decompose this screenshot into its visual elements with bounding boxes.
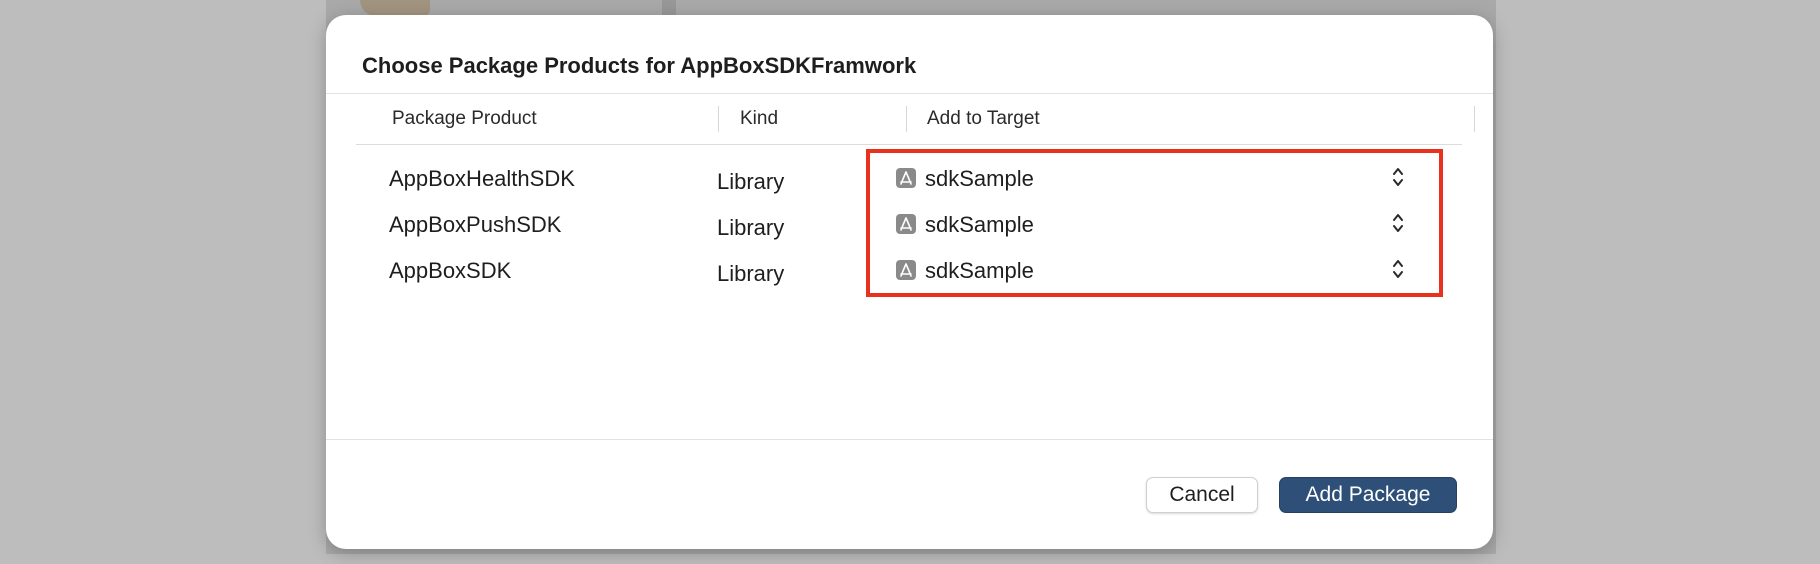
add-to-target-select[interactable]: sdkSample [893, 250, 1433, 288]
column-header-kind[interactable]: Kind [740, 108, 778, 130]
column-header-add-to-target[interactable]: Add to Target [927, 108, 1040, 130]
divider [326, 439, 1493, 440]
choose-package-products-dialog: Choose Package Products for AppBoxSDKFra… [326, 15, 1493, 549]
package-product-name: AppBoxHealthSDK [389, 166, 575, 191]
add-to-target-select[interactable]: sdkSample [893, 204, 1433, 242]
up-down-chevron-icon [1393, 214, 1403, 232]
dialog-title: Choose Package Products for AppBoxSDKFra… [362, 53, 917, 78]
column-separator [1474, 106, 1475, 132]
background-image-fragment [360, 0, 430, 16]
cancel-button[interactable]: Cancel [1146, 477, 1258, 513]
app-target-icon [896, 260, 916, 280]
package-product-name: AppBoxPushSDK [389, 212, 562, 237]
app-target-icon [896, 168, 916, 188]
column-header-package-product[interactable]: Package Product [392, 108, 537, 130]
column-separator [718, 106, 719, 132]
up-down-chevron-icon [1393, 168, 1403, 186]
up-down-chevron-icon [1393, 260, 1403, 278]
package-kind: Library [717, 215, 785, 240]
background-divider [662, 0, 676, 16]
table-header: Package Product Kind Add to Target [356, 94, 1475, 145]
table-row: AppBoxSDK Library sdkSample [326, 258, 1493, 304]
add-to-target-select[interactable]: sdkSample [893, 158, 1433, 196]
package-kind: Library [717, 169, 785, 194]
add-package-button[interactable]: Add Package [1279, 477, 1457, 513]
app-target-icon [896, 214, 916, 234]
target-label: sdkSample [925, 166, 1034, 191]
column-separator [906, 106, 907, 132]
package-product-name: AppBoxSDK [389, 258, 512, 283]
target-label: sdkSample [925, 258, 1034, 283]
package-kind: Library [717, 261, 785, 286]
target-label: sdkSample [925, 212, 1034, 237]
